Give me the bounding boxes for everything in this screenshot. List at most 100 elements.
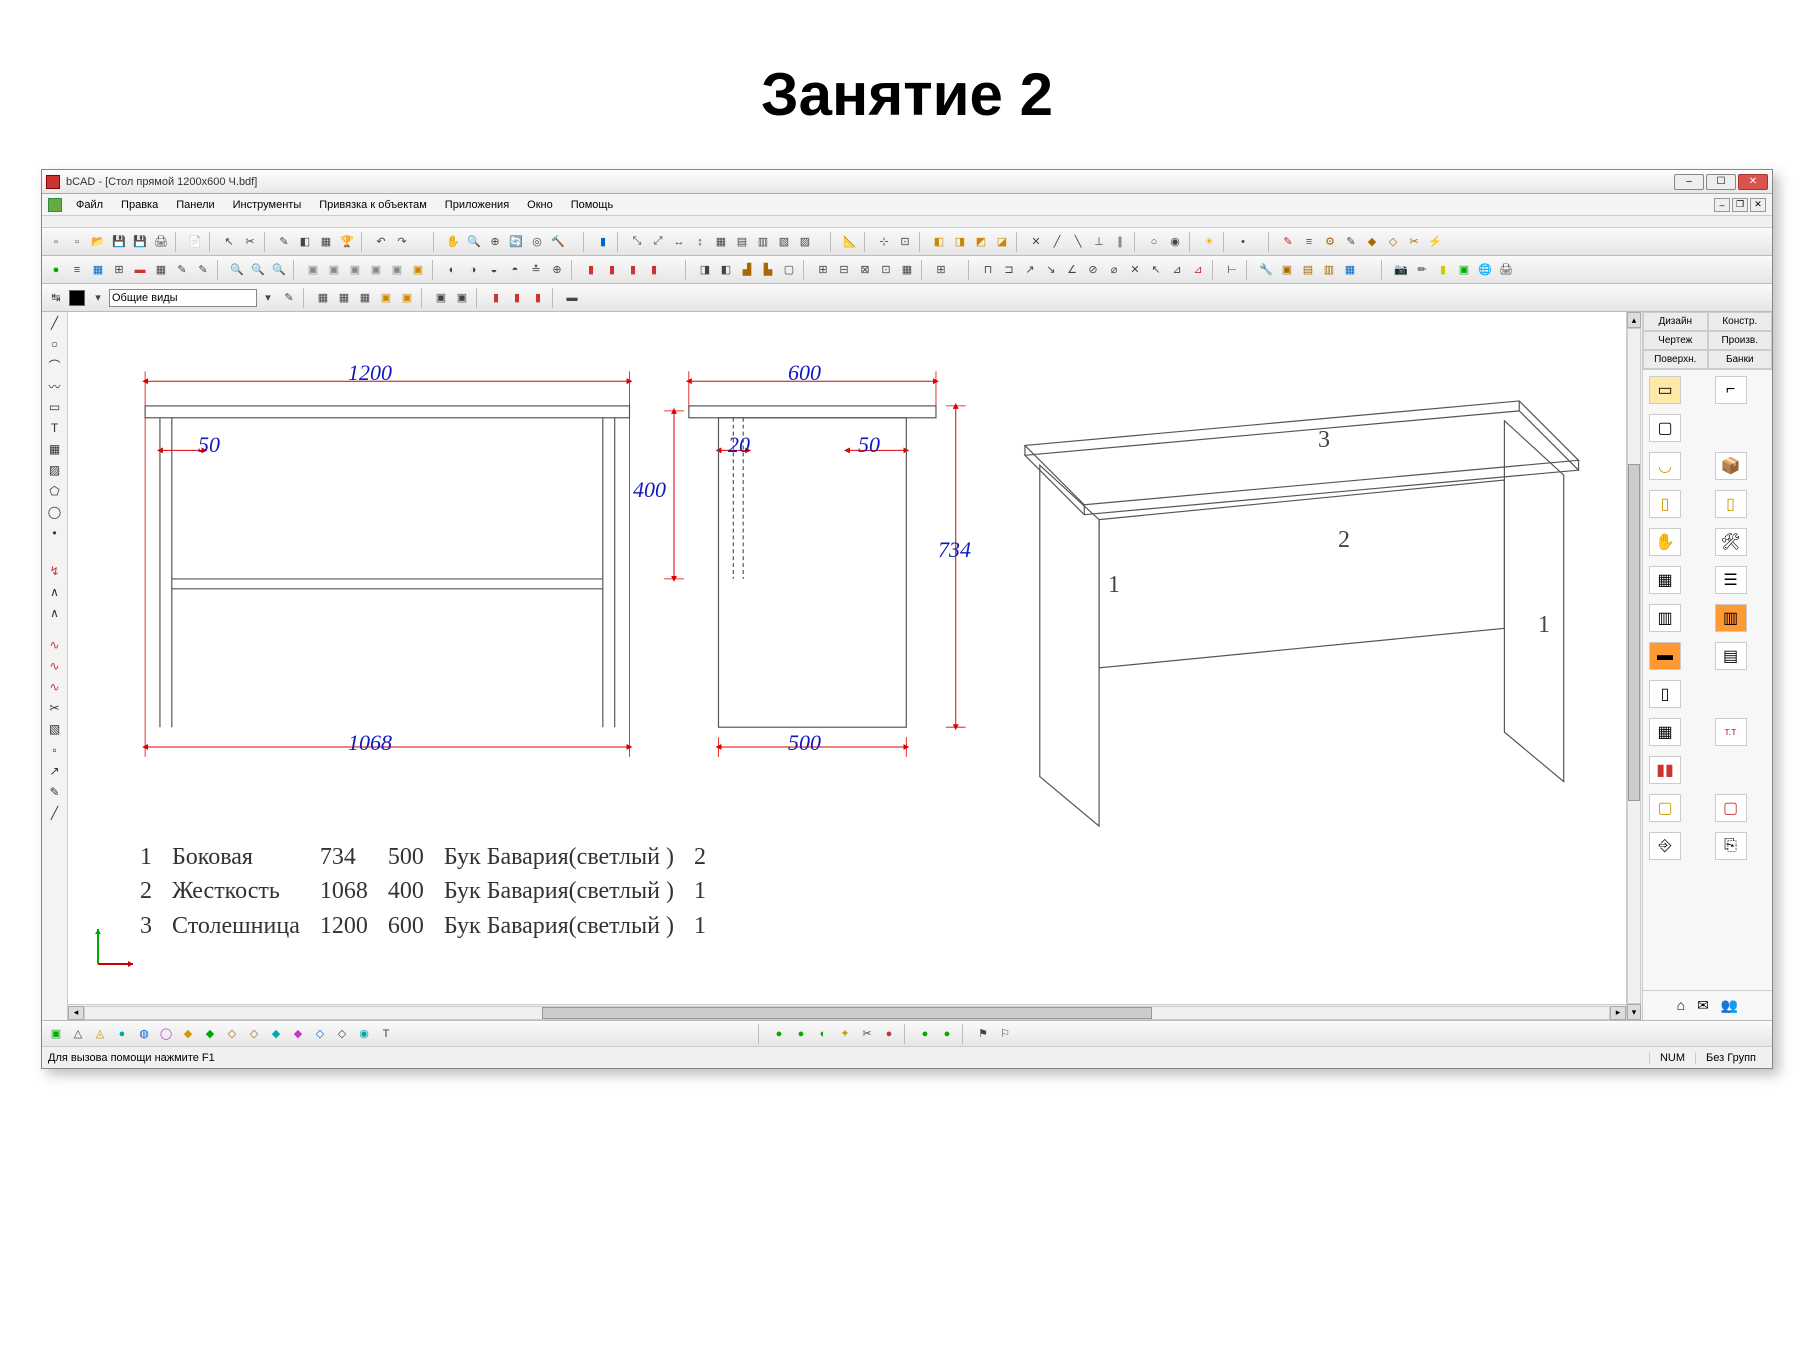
b-s2-icon[interactable]: ● xyxy=(791,1024,811,1044)
measure-icon[interactable]: 📐 xyxy=(840,232,860,252)
dot-icon[interactable]: • xyxy=(1233,232,1253,252)
e3-icon[interactable]: ▣ xyxy=(1277,260,1297,280)
vertical-scrollbar[interactable]: ▴ ▾ xyxy=(1626,312,1642,1020)
rect-icon[interactable]: ▭ xyxy=(45,398,65,416)
px11-icon[interactable]: ▬ xyxy=(562,288,582,308)
rnd2-icon[interactable]: ▮ xyxy=(602,260,622,280)
new2-icon[interactable]: ▫ xyxy=(67,232,87,252)
tool-e-icon[interactable]: ◆ xyxy=(1362,232,1382,252)
mail-icon[interactable]: ✉ xyxy=(1697,997,1709,1014)
hammer-icon[interactable]: 🔨 xyxy=(548,232,568,252)
panel-shape-icon[interactable]: ⌐ xyxy=(1715,376,1747,404)
tab-banks[interactable]: Банки xyxy=(1708,350,1773,369)
wf6-icon[interactable]: ⊕ xyxy=(547,260,567,280)
prn-icon[interactable]: 🖨 xyxy=(1496,260,1516,280)
paint-icon[interactable]: ▦ xyxy=(316,232,336,252)
close-button[interactable]: ✕ xyxy=(1738,174,1768,190)
mod4-icon[interactable]: ∿ xyxy=(45,636,65,654)
panel-icon[interactable]: ▭ xyxy=(1649,376,1681,404)
view-e-icon[interactable]: ▬ xyxy=(130,260,150,280)
wf2-icon[interactable]: ◑ xyxy=(463,260,483,280)
menu-tools[interactable]: Инструменты xyxy=(225,197,310,213)
b-b6-icon[interactable]: T xyxy=(376,1024,396,1044)
sun-icon[interactable]: ☀ xyxy=(1199,232,1219,252)
panel-table-icon[interactable]: ▦ xyxy=(1649,718,1681,746)
home-icon[interactable]: ⌂ xyxy=(1677,997,1685,1014)
rnd1-icon[interactable]: ▮ xyxy=(581,260,601,280)
wf3-icon[interactable]: ◒ xyxy=(484,260,504,280)
t4-icon[interactable]: ⊡ xyxy=(876,260,896,280)
panel-edit-icon[interactable]: 📦 xyxy=(1715,452,1747,480)
vw1-icon[interactable]: ▣ xyxy=(303,260,323,280)
px10-icon[interactable]: ▮ xyxy=(528,288,548,308)
group1-icon[interactable]: ▦ xyxy=(711,232,731,252)
b-tri-icon[interactable]: △ xyxy=(68,1024,88,1044)
e2-icon[interactable]: 🔧 xyxy=(1256,260,1276,280)
panel-check-icon[interactable]: ▢ xyxy=(1649,794,1681,822)
align-r-icon[interactable]: ↔ xyxy=(669,232,689,252)
px5-icon[interactable]: ▣ xyxy=(397,288,417,308)
view-b-icon[interactable]: ≡ xyxy=(67,260,87,280)
pointer-icon[interactable]: ↖ xyxy=(219,232,239,252)
px7-icon[interactable]: ▣ xyxy=(452,288,472,308)
cube4-icon[interactable]: ◪ xyxy=(992,232,1012,252)
d1-icon[interactable]: ⊓ xyxy=(978,260,998,280)
menu-snap[interactable]: Привязка к объектам xyxy=(311,197,435,213)
tool-h-icon[interactable]: ⚡ xyxy=(1425,232,1445,252)
undo-icon[interactable]: ↶ xyxy=(371,232,391,252)
circ2-icon[interactable]: ◉ xyxy=(1165,232,1185,252)
panel-mat-icon[interactable]: ▬ xyxy=(1649,642,1681,670)
mod3-icon[interactable]: ∧ xyxy=(45,604,65,622)
d6-icon[interactable]: ⊘ xyxy=(1083,260,1103,280)
m4-icon[interactable]: ▙ xyxy=(758,260,778,280)
align-l-icon[interactable]: ⤡ xyxy=(627,232,647,252)
px1-icon[interactable]: ▦ xyxy=(313,288,333,308)
d8-icon[interactable]: ✕ xyxy=(1125,260,1145,280)
panel-list-icon[interactable]: ☰ xyxy=(1715,566,1747,594)
maximize-button[interactable]: ☐ xyxy=(1706,174,1736,190)
tool-d-icon[interactable]: ✎ xyxy=(1341,232,1361,252)
point-icon[interactable]: • xyxy=(45,524,65,542)
panel-shelf-icon[interactable]: ▥ xyxy=(1649,604,1681,632)
b-s1-icon[interactable]: ● xyxy=(769,1024,789,1044)
px9-icon[interactable]: ▮ xyxy=(507,288,527,308)
tool-c-icon[interactable]: ⚙ xyxy=(1320,232,1340,252)
mod7-icon[interactable]: ✂ xyxy=(45,699,65,717)
b-b5-icon[interactable]: ◉ xyxy=(354,1024,374,1044)
g1-icon[interactable]: ⊞ xyxy=(931,260,951,280)
tool-b-icon[interactable]: ≡ xyxy=(1299,232,1319,252)
mod1-icon[interactable]: ↯ xyxy=(45,562,65,580)
panel-grid-icon[interactable]: ▦ xyxy=(1649,566,1681,594)
view-h-icon[interactable]: ✎ xyxy=(193,260,213,280)
fold-icon[interactable]: ▮ xyxy=(1433,260,1453,280)
color-swatch[interactable] xyxy=(69,290,85,306)
arc-icon[interactable]: ⌒ xyxy=(45,356,65,374)
b-s5-icon[interactable]: ✂ xyxy=(857,1024,877,1044)
d9-icon[interactable]: ↖ xyxy=(1146,260,1166,280)
b-rev-icon[interactable]: ◆ xyxy=(200,1024,220,1044)
rnd4-icon[interactable]: ▮ xyxy=(644,260,664,280)
color-drop-icon[interactable]: ▾ xyxy=(88,288,108,308)
t1-icon[interactable]: ⊞ xyxy=(813,260,833,280)
new-icon[interactable]: ▫ xyxy=(46,232,66,252)
group3-icon[interactable]: ▥ xyxy=(753,232,773,252)
group4-icon[interactable]: ▧ xyxy=(774,232,794,252)
px8-icon[interactable]: ▮ xyxy=(486,288,506,308)
polygon-icon[interactable]: ⬠ xyxy=(45,482,65,500)
text-icon[interactable]: T xyxy=(45,419,65,437)
ellipse-icon[interactable]: ◯ xyxy=(45,503,65,521)
view-g-icon[interactable]: ✎ xyxy=(172,260,192,280)
cam-icon[interactable]: 📷 xyxy=(1391,260,1411,280)
panel-hand-icon[interactable]: ✋ xyxy=(1649,528,1681,556)
prop1-icon[interactable]: ↹ xyxy=(46,288,66,308)
panel-sect-icon[interactable]: ▯ xyxy=(1649,680,1681,708)
px3-icon[interactable]: ▦ xyxy=(355,288,375,308)
pin-icon[interactable]: ✏ xyxy=(1412,260,1432,280)
line-icon[interactable]: ╱ xyxy=(45,314,65,332)
b-cyl-icon[interactable]: ◍ xyxy=(134,1024,154,1044)
b-b2-icon[interactable]: ◆ xyxy=(288,1024,308,1044)
px2-icon[interactable]: ▦ xyxy=(334,288,354,308)
panel-mat2-icon[interactable]: ▤ xyxy=(1715,642,1747,670)
snap1-icon[interactable]: ⊹ xyxy=(874,232,894,252)
m2-icon[interactable]: ◧ xyxy=(716,260,736,280)
